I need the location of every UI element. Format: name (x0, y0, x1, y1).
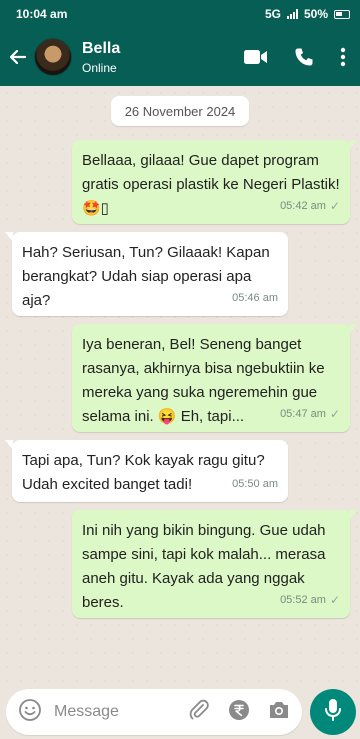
contact-info[interactable]: Bella Online (82, 40, 244, 75)
sent-check-icon: ✓ (329, 199, 340, 213)
back-arrow-icon[interactable] (6, 45, 30, 69)
header-actions (244, 47, 352, 67)
message-time: 05:52 am (280, 594, 326, 606)
network-type: 5G (264, 7, 281, 21)
message-bubble-outgoing[interactable]: Ini nih yang bikin bingung. Gue udah sam… (72, 510, 357, 618)
mic-button[interactable] (310, 689, 356, 735)
more-options-icon[interactable] (340, 47, 346, 67)
message-bubble-incoming[interactable]: Hah? Seriusan, Tun? Gilaaak! Kapan beran… (5, 232, 288, 316)
battery-icon (334, 9, 350, 19)
status-bar: 10:04 am 5G 50% (0, 0, 360, 28)
date-divider: 26 November 2024 (111, 96, 249, 126)
chat-header: Bella Online (0, 28, 360, 86)
message-time: 05:42 am (280, 200, 326, 212)
message-meta: 05:47 am ✓ (280, 402, 340, 426)
composer-bar (0, 683, 360, 739)
message-composer (6, 689, 302, 735)
attach-icon[interactable] (188, 699, 210, 726)
phone-icon[interactable] (294, 47, 314, 67)
battery-percent: 50% (303, 7, 328, 21)
camera-icon[interactable] (268, 700, 290, 725)
message-time: 05:47 am (280, 408, 326, 420)
message-meta: 05:52 am ✓ (280, 588, 340, 612)
message-time: 05:46 am (232, 292, 278, 304)
message-bubble-incoming[interactable]: Tapi apa, Tun? Kok kayak ragu gitu? Udah… (5, 440, 288, 502)
contact-name: Bella (82, 39, 121, 57)
contact-status: Online (82, 60, 117, 75)
chat-area[interactable]: 26 November 2024 Bellaaa, gilaaa! Gue da… (0, 86, 360, 683)
rupee-payment-icon[interactable] (228, 699, 250, 726)
sent-check-icon: ✓ (329, 593, 340, 607)
composer-tools (188, 699, 290, 726)
message-bubble-outgoing[interactable]: Iya beneran, Bel! Seneng banget rasanya,… (72, 324, 357, 432)
sent-check-icon: ✓ (329, 407, 340, 421)
message-bubble-outgoing[interactable]: Bellaaa, gilaaa! Gue dapet program grati… (72, 140, 357, 224)
status-indicators: 5G 50% (265, 7, 350, 21)
signal-icon (286, 9, 298, 19)
avatar[interactable] (34, 38, 72, 76)
message-meta: 05:50 am (232, 472, 278, 496)
mic-icon (324, 698, 342, 727)
emoji-icon[interactable] (18, 698, 42, 727)
video-call-icon[interactable] (244, 49, 268, 65)
message-meta: 05:42 am ✓ (280, 194, 340, 218)
message-time: 05:50 am (232, 478, 278, 490)
message-meta: 05:46 am (232, 286, 278, 310)
message-text: Tapi apa, Tun? Kok kayak ragu gitu? Udah… (22, 452, 265, 493)
message-input[interactable] (54, 703, 174, 721)
status-time: 10:04 am (16, 7, 68, 21)
